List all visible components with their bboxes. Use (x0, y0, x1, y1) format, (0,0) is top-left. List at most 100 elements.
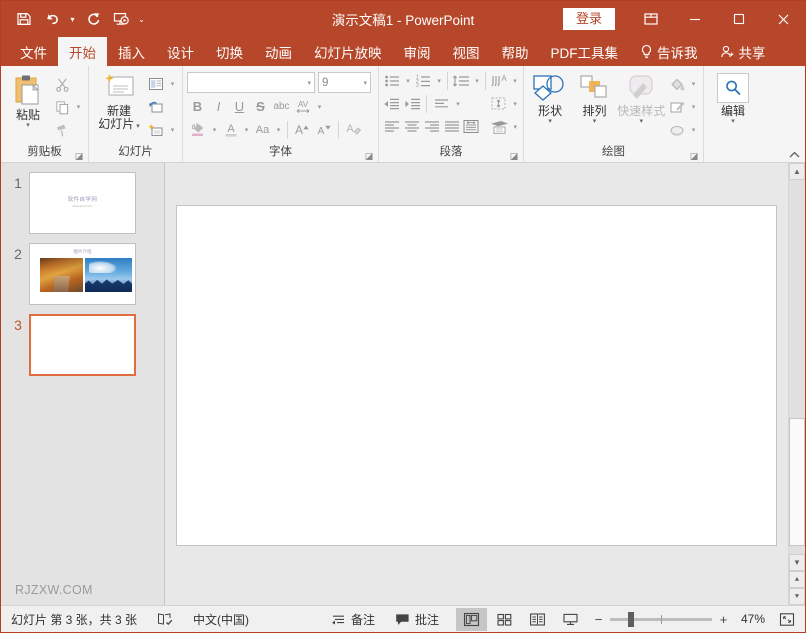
spellcheck-button[interactable] (147, 606, 183, 633)
shape-outline-dropdown-icon[interactable]: ▾ (688, 103, 699, 111)
copy-icon[interactable] (51, 97, 73, 118)
thumbnail-slide-2[interactable]: 2 图片介绍 (1, 234, 164, 305)
tab-review[interactable]: 审阅 (393, 37, 442, 66)
collapse-ribbon-icon[interactable] (788, 150, 801, 160)
customize-qat-icon[interactable]: ⌄ (136, 6, 147, 32)
smartart-gallery-icon[interactable] (488, 116, 511, 137)
next-slide-button[interactable]: ⯆ (789, 588, 805, 605)
font-name-input[interactable]: ▾ (187, 72, 315, 93)
character-spacing-button[interactable]: AV (292, 96, 314, 117)
paragraph-dialog-launcher[interactable]: ◪ (509, 151, 519, 161)
undo-icon[interactable] (39, 6, 65, 32)
decrease-font-size-button[interactable]: A (313, 119, 335, 140)
clear-formatting-button[interactable]: A (342, 119, 364, 140)
tab-transitions[interactable]: 切换 (205, 37, 254, 66)
arrange-dropdown-icon[interactable]: ▾ (593, 118, 597, 126)
quick-styles-button[interactable]: 快速样式 ▾ (617, 71, 666, 126)
zoom-level-label[interactable]: 47% (735, 612, 765, 626)
scroll-down-button[interactable]: ▼ (789, 554, 805, 571)
font-color-button[interactable]: A (220, 119, 241, 140)
columns-icon[interactable] (462, 116, 482, 137)
scrollbar-track[interactable] (789, 180, 805, 554)
font-size-dropdown-icon[interactable]: ▾ (363, 79, 367, 87)
slide-preview[interactable] (29, 314, 136, 376)
section-dropdown-icon[interactable]: ▾ (167, 126, 178, 134)
quick-styles-dropdown-icon[interactable]: ▾ (640, 118, 644, 126)
sign-in-button[interactable]: 登录 (563, 8, 615, 31)
numbering-dropdown-icon[interactable]: ▾ (434, 77, 444, 85)
maximize-icon[interactable] (717, 1, 761, 37)
cut-icon[interactable] (51, 74, 73, 95)
new-slide-button[interactable]: 新建 幻灯片 ▾ (93, 71, 145, 131)
tab-home[interactable]: 开始 (58, 37, 107, 66)
font-name-dropdown-icon[interactable]: ▾ (307, 79, 311, 87)
ribbon-display-options-icon[interactable] (629, 1, 673, 37)
arrange-button[interactable]: 排列 ▾ (572, 71, 616, 126)
scrollbar-thumb[interactable] (789, 418, 805, 546)
line-spacing-dropdown-icon[interactable]: ▾ (472, 77, 482, 85)
align-text-dropdown-icon[interactable]: ▾ (453, 100, 463, 108)
zoom-slider-thumb[interactable] (628, 612, 634, 627)
paste-dropdown-icon[interactable]: ▾ (26, 122, 30, 130)
tab-animations[interactable]: 动画 (254, 37, 303, 66)
close-icon[interactable] (761, 1, 805, 37)
italic-button[interactable]: I (208, 96, 229, 117)
language-status[interactable]: 中文(中国) (183, 606, 259, 633)
slideshow-button[interactable] (555, 608, 586, 631)
vertical-scrollbar[interactable]: ▲ ▼ ⯅ ⯆ (788, 163, 805, 605)
reset-icon[interactable] (145, 97, 167, 118)
zoom-in-button[interactable]: + (718, 612, 729, 627)
slide-preview[interactable]: 图片介绍 (29, 243, 136, 305)
current-slide-canvas[interactable] (176, 205, 777, 546)
editing-button[interactable]: 编辑 ▾ (708, 71, 758, 126)
redo-icon[interactable] (80, 6, 106, 32)
increase-indent-icon[interactable] (403, 93, 424, 114)
bullets-dropdown-icon[interactable]: ▾ (403, 77, 413, 85)
section-icon[interactable] (145, 120, 167, 141)
layout-icon[interactable] (145, 74, 167, 95)
character-spacing-dropdown-icon[interactable]: ▾ (314, 103, 325, 111)
shape-fill-icon[interactable] (666, 74, 688, 95)
tab-file[interactable]: 文件 (9, 37, 58, 66)
bullets-icon[interactable] (382, 70, 403, 91)
shape-fill-dropdown-icon[interactable]: ▾ (688, 80, 699, 88)
format-painter-icon[interactable] (51, 120, 73, 141)
font-color-dropdown-icon[interactable]: ▾ (241, 126, 252, 134)
increase-font-size-button[interactable]: A (291, 119, 313, 140)
slide-sorter-button[interactable] (489, 608, 520, 631)
zoom-control[interactable]: − + 47% (587, 612, 805, 627)
tab-share[interactable]: 共享 (709, 37, 777, 66)
font-size-input[interactable]: 9 ▾ (318, 72, 371, 93)
fit-slide-to-window-button[interactable] (771, 612, 799, 627)
underline-button[interactable]: U (229, 96, 250, 117)
comments-button[interactable]: 批注 (385, 606, 449, 633)
text-direction-icon[interactable]: A (489, 70, 510, 91)
change-case-dropdown-icon[interactable]: ▾ (273, 126, 284, 134)
zoom-out-button[interactable]: − (593, 612, 604, 627)
minimize-icon[interactable] (673, 1, 717, 37)
slide-count-status[interactable]: 幻灯片 第 3 张，共 3 张 (1, 606, 147, 633)
slide-thumbnail-pane[interactable]: 1 软件自学网 www.rjzxw.com 2 图片介绍 3 (1, 163, 165, 605)
normal-view-button[interactable] (456, 608, 487, 631)
align-center-icon[interactable] (402, 116, 422, 137)
shapes-button[interactable]: 形状 ▾ (528, 71, 572, 126)
justify-icon[interactable] (442, 116, 462, 137)
save-icon[interactable] (11, 6, 37, 32)
line-spacing-icon[interactable] (451, 70, 472, 91)
start-slideshow-icon[interactable] (108, 6, 134, 32)
new-slide-dropdown-icon[interactable]: ▾ (134, 123, 139, 130)
thumbnail-slide-3[interactable]: 3 (1, 305, 164, 376)
bold-button[interactable]: B (187, 96, 208, 117)
decrease-indent-icon[interactable] (382, 93, 403, 114)
zoom-slider[interactable] (610, 618, 712, 621)
align-left-icon[interactable] (382, 116, 402, 137)
clipboard-dialog-launcher[interactable]: ◪ (74, 151, 84, 161)
tab-design[interactable]: 设计 (156, 37, 205, 66)
align-right-icon[interactable] (422, 116, 442, 137)
copy-dropdown-icon[interactable]: ▾ (73, 103, 84, 111)
align-text-icon[interactable] (430, 93, 453, 114)
scroll-up-button[interactable]: ▲ (789, 163, 805, 180)
drawing-dialog-launcher[interactable]: ◪ (689, 151, 699, 161)
shape-effects-dropdown-icon[interactable]: ▾ (688, 126, 699, 134)
undo-dropdown-icon[interactable]: ▾ (67, 6, 78, 32)
